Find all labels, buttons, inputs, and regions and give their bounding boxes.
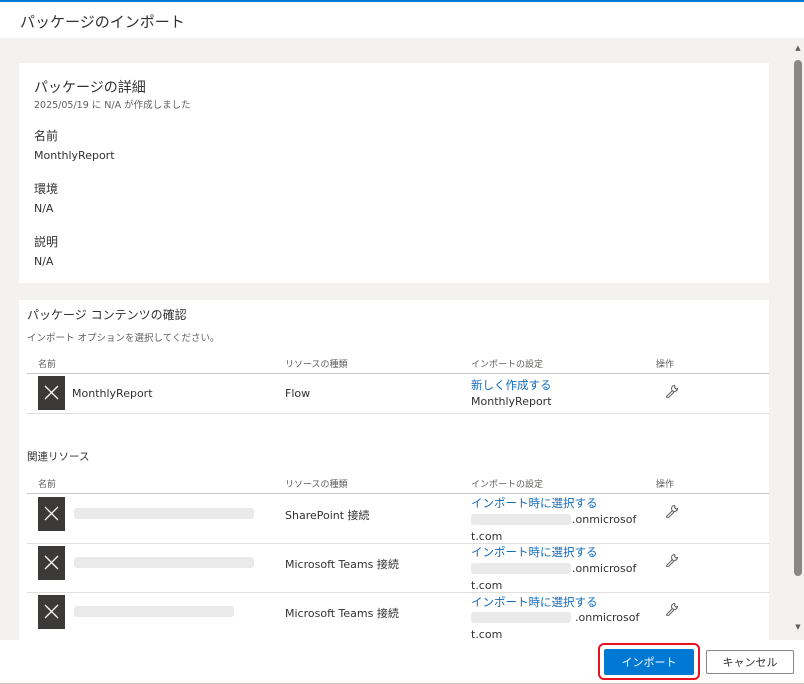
row-type: Flow bbox=[285, 387, 311, 400]
import-setting-value: MonthlyReport bbox=[471, 395, 552, 408]
account-suffix-cont: t.com bbox=[471, 579, 503, 592]
remove-icon[interactable] bbox=[38, 497, 65, 531]
wrench-icon[interactable] bbox=[665, 504, 679, 518]
page-title: パッケージのインポート bbox=[20, 13, 185, 31]
account-suffix: .onmicrosof bbox=[572, 513, 637, 526]
select-on-import-link[interactable]: インポート時に選択する bbox=[471, 594, 598, 610]
dialog-header: パッケージのインポート bbox=[0, 2, 804, 38]
package-contents-card: パッケージ コンテンツの確認 インポート オプションを選択してください。 名前 … bbox=[19, 300, 769, 640]
account-suffix: .onmicrosof bbox=[572, 562, 637, 575]
col-header-type: リソースの種類 bbox=[285, 360, 348, 370]
account-suffix-cont: t.com bbox=[471, 628, 503, 640]
redacted-account bbox=[471, 563, 571, 574]
field-label-description: 説明 bbox=[34, 235, 59, 249]
select-on-import-link[interactable]: インポート時に選択する bbox=[471, 544, 598, 560]
related-row-type: Microsoft Teams 接続 bbox=[285, 607, 399, 620]
details-subtitle: 2025/05/19 に N/A が作成しました bbox=[34, 100, 191, 111]
table-header-divider bbox=[27, 373, 769, 374]
related-header-divider bbox=[27, 493, 769, 494]
import-setting-link[interactable]: 新しく作成する bbox=[471, 377, 552, 393]
redacted-account bbox=[471, 514, 571, 525]
field-label-name: 名前 bbox=[34, 129, 59, 143]
select-on-import-link[interactable]: インポート時に選択する bbox=[471, 495, 598, 511]
col-header-setting: インポートの設定 bbox=[471, 360, 544, 370]
wrench-icon[interactable] bbox=[665, 384, 679, 398]
row-divider bbox=[27, 543, 769, 544]
remove-icon[interactable] bbox=[38, 376, 65, 410]
related-row-type: SharePoint 接続 bbox=[285, 509, 370, 522]
details-title: パッケージの詳細 bbox=[34, 80, 146, 96]
account-suffix-cont: t.com bbox=[471, 530, 503, 543]
scroll-thumb[interactable] bbox=[794, 60, 802, 576]
redacted-name bbox=[74, 508, 254, 519]
scroll-down-icon[interactable]: ▼ bbox=[794, 623, 802, 631]
row-name: MonthlyReport bbox=[72, 387, 153, 400]
redacted-name bbox=[74, 606, 234, 617]
remove-icon[interactable] bbox=[38, 595, 65, 629]
field-value-name: MonthlyReport bbox=[34, 149, 115, 162]
scroll-up-icon[interactable]: ▲ bbox=[794, 44, 802, 52]
remove-icon[interactable] bbox=[38, 546, 65, 580]
col-header-name: 名前 bbox=[38, 480, 57, 490]
col-header-action: 操作 bbox=[656, 360, 675, 370]
wrench-icon[interactable] bbox=[665, 602, 679, 616]
content-scroll-area[interactable]: パッケージの詳細 2025/05/19 に N/A が作成しました 名前 Mon… bbox=[0, 38, 804, 640]
contents-subtitle: インポート オプションを選択してください。 bbox=[27, 333, 220, 344]
field-label-environment: 環境 bbox=[34, 182, 59, 196]
vertical-scrollbar[interactable]: ▲ ▼ bbox=[792, 38, 804, 640]
package-details-card: パッケージの詳細 2025/05/19 に N/A が作成しました 名前 Mon… bbox=[19, 63, 769, 283]
field-value-description: N/A bbox=[34, 255, 54, 268]
contents-title: パッケージ コンテンツの確認 bbox=[27, 308, 187, 322]
redacted-name bbox=[74, 557, 254, 568]
redacted-account bbox=[471, 612, 571, 623]
col-header-action: 操作 bbox=[656, 480, 675, 490]
col-header-type: リソースの種類 bbox=[285, 480, 348, 490]
row-divider bbox=[27, 592, 769, 593]
cancel-button[interactable]: キャンセル bbox=[706, 650, 794, 674]
related-resources-label: 関連リソース bbox=[27, 451, 90, 463]
col-header-name: 名前 bbox=[38, 360, 57, 370]
field-value-environment: N/A bbox=[34, 202, 54, 215]
row-divider bbox=[27, 413, 769, 414]
related-row-type: Microsoft Teams 接続 bbox=[285, 558, 399, 571]
import-button[interactable]: インポート bbox=[604, 649, 694, 675]
wrench-icon[interactable] bbox=[665, 553, 679, 567]
account-suffix: .onmicrosof bbox=[575, 611, 640, 624]
col-header-setting: インポートの設定 bbox=[471, 480, 544, 490]
